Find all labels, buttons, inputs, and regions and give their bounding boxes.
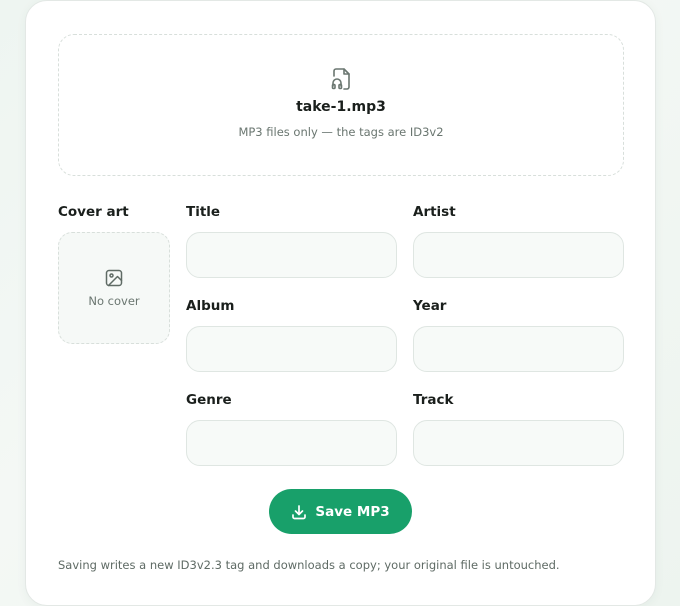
footnote: Saving writes a new ID3v2.3 tag and down… — [58, 558, 560, 572]
artist-input[interactable] — [413, 232, 624, 278]
year-input[interactable] — [413, 326, 624, 372]
file-dropzone[interactable]: take-1.mp3 MP3 files only — the tags are… — [58, 34, 624, 176]
save-button-label: Save MP3 — [315, 503, 390, 520]
title-label: Title — [186, 204, 221, 220]
album-input[interactable] — [186, 326, 397, 372]
track-input[interactable] — [413, 420, 624, 466]
audio-file-icon — [329, 67, 353, 91]
save-mp3-button[interactable]: Save MP3 — [269, 489, 412, 534]
image-icon — [104, 268, 124, 288]
file-hint: MP3 files only — the tags are ID3v2 — [238, 125, 444, 139]
file-name: take-1.mp3 — [296, 99, 386, 115]
artist-label: Artist — [413, 204, 456, 220]
no-cover-text: No cover — [88, 294, 140, 308]
year-label: Year — [413, 298, 447, 314]
album-label: Album — [186, 298, 235, 314]
genre-label: Genre — [186, 392, 232, 408]
cover-art-label: Cover art — [58, 204, 129, 220]
tag-editor-card: take-1.mp3 MP3 files only — the tags are… — [25, 0, 656, 606]
genre-input[interactable] — [186, 420, 397, 466]
track-label: Track — [413, 392, 454, 408]
cover-art-picker[interactable]: No cover — [58, 232, 170, 344]
download-icon — [291, 504, 307, 520]
title-input[interactable] — [186, 232, 397, 278]
